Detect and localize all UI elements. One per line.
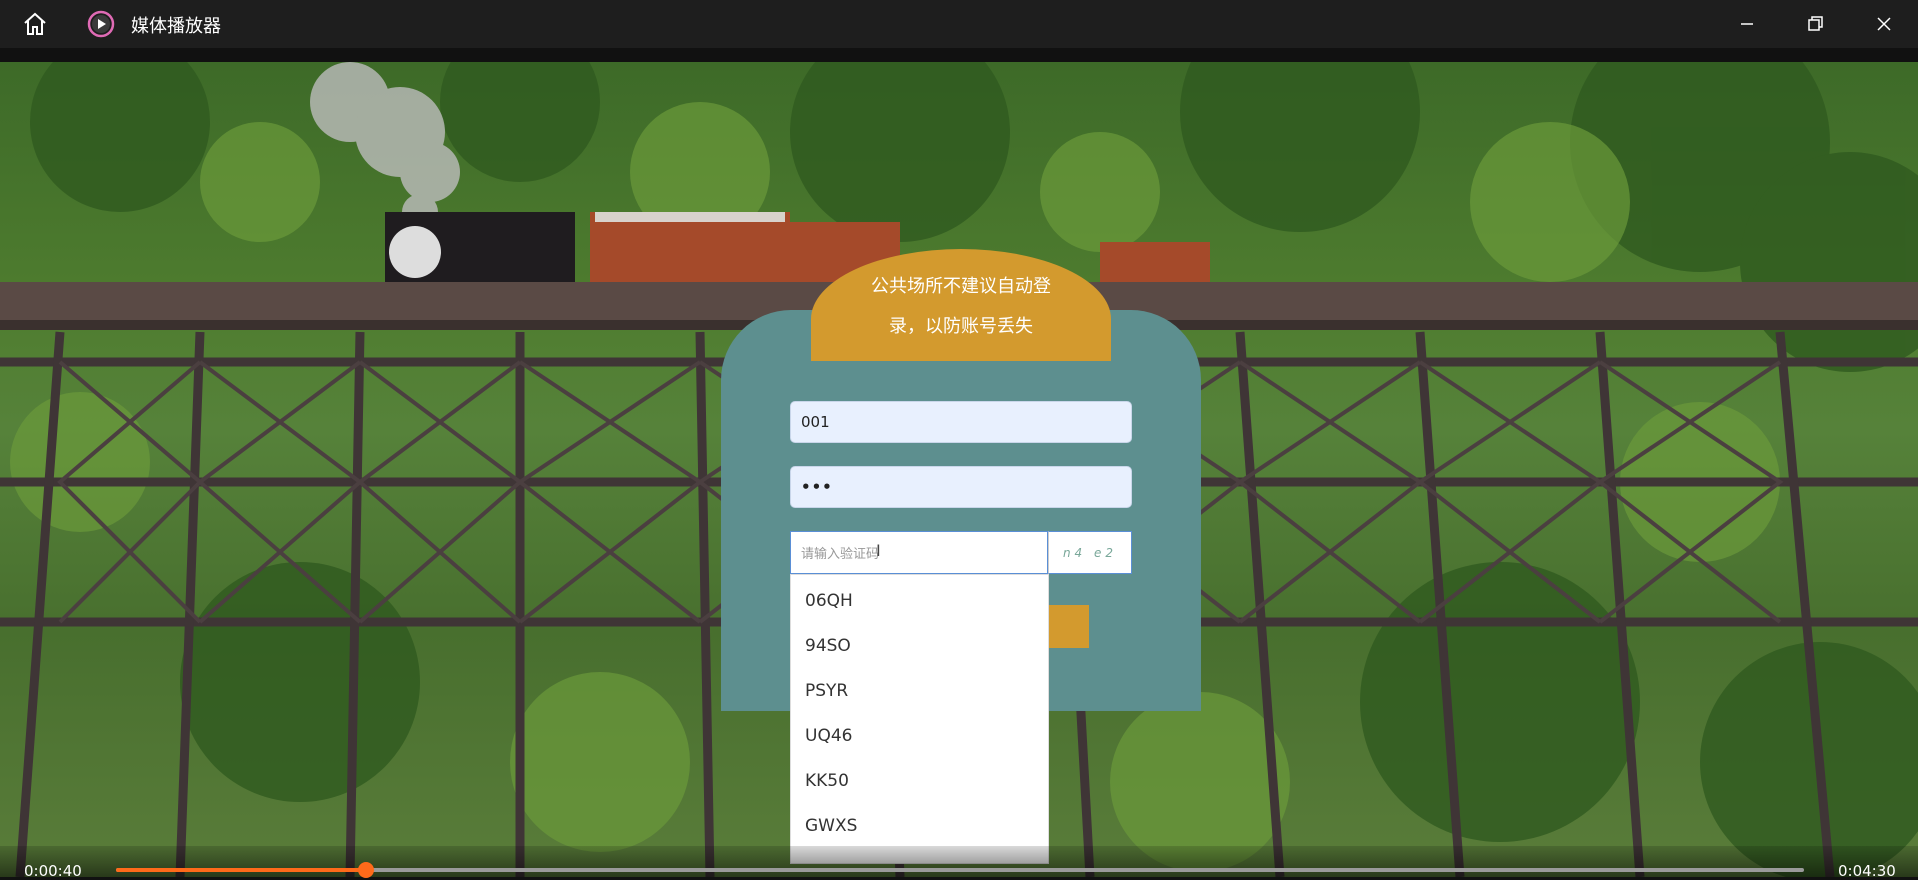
seek-thumb[interactable]	[357, 862, 374, 878]
current-time: 0:00:40	[24, 862, 82, 880]
autocomplete-option[interactable]: 94SO	[791, 624, 1048, 669]
autocomplete-option[interactable]: UQ46	[791, 714, 1048, 759]
seek-bar-progress	[116, 868, 366, 872]
captcha-image[interactable]: n4 e2	[1048, 531, 1132, 574]
autocomplete-option[interactable]: GWXS	[791, 804, 1048, 849]
home-icon[interactable]	[22, 12, 48, 36]
maximize-icon[interactable]	[1803, 12, 1827, 36]
close-icon[interactable]	[1872, 12, 1896, 36]
total-time: 0:04:30	[1838, 862, 1896, 880]
captcha-autocomplete-dropdown: 06QH 94SO PSYR UQ46 KK50 GWXS	[790, 574, 1049, 864]
auto-login-notice-text: 公共场所不建议自动登录，以防账号丢失	[871, 276, 1051, 337]
captcha-input[interactable]: 请输入验证码	[790, 531, 1048, 574]
seek-bar[interactable]	[116, 862, 1804, 878]
autocomplete-option[interactable]: 06QH	[791, 579, 1048, 624]
password-input[interactable]: •••	[790, 466, 1132, 508]
window-title: 媒体播放器	[131, 16, 221, 37]
title-bar: 媒体播放器	[0, 0, 1918, 48]
autocomplete-option[interactable]: PSYR	[791, 669, 1048, 714]
minimize-icon[interactable]	[1735, 12, 1759, 36]
autocomplete-option[interactable]: KK50	[791, 759, 1048, 804]
player-control-bar	[0, 846, 1918, 877]
media-player-app-icon	[87, 10, 115, 38]
username-input[interactable]: 001	[790, 401, 1132, 443]
text-cursor-icon: I	[876, 541, 881, 560]
